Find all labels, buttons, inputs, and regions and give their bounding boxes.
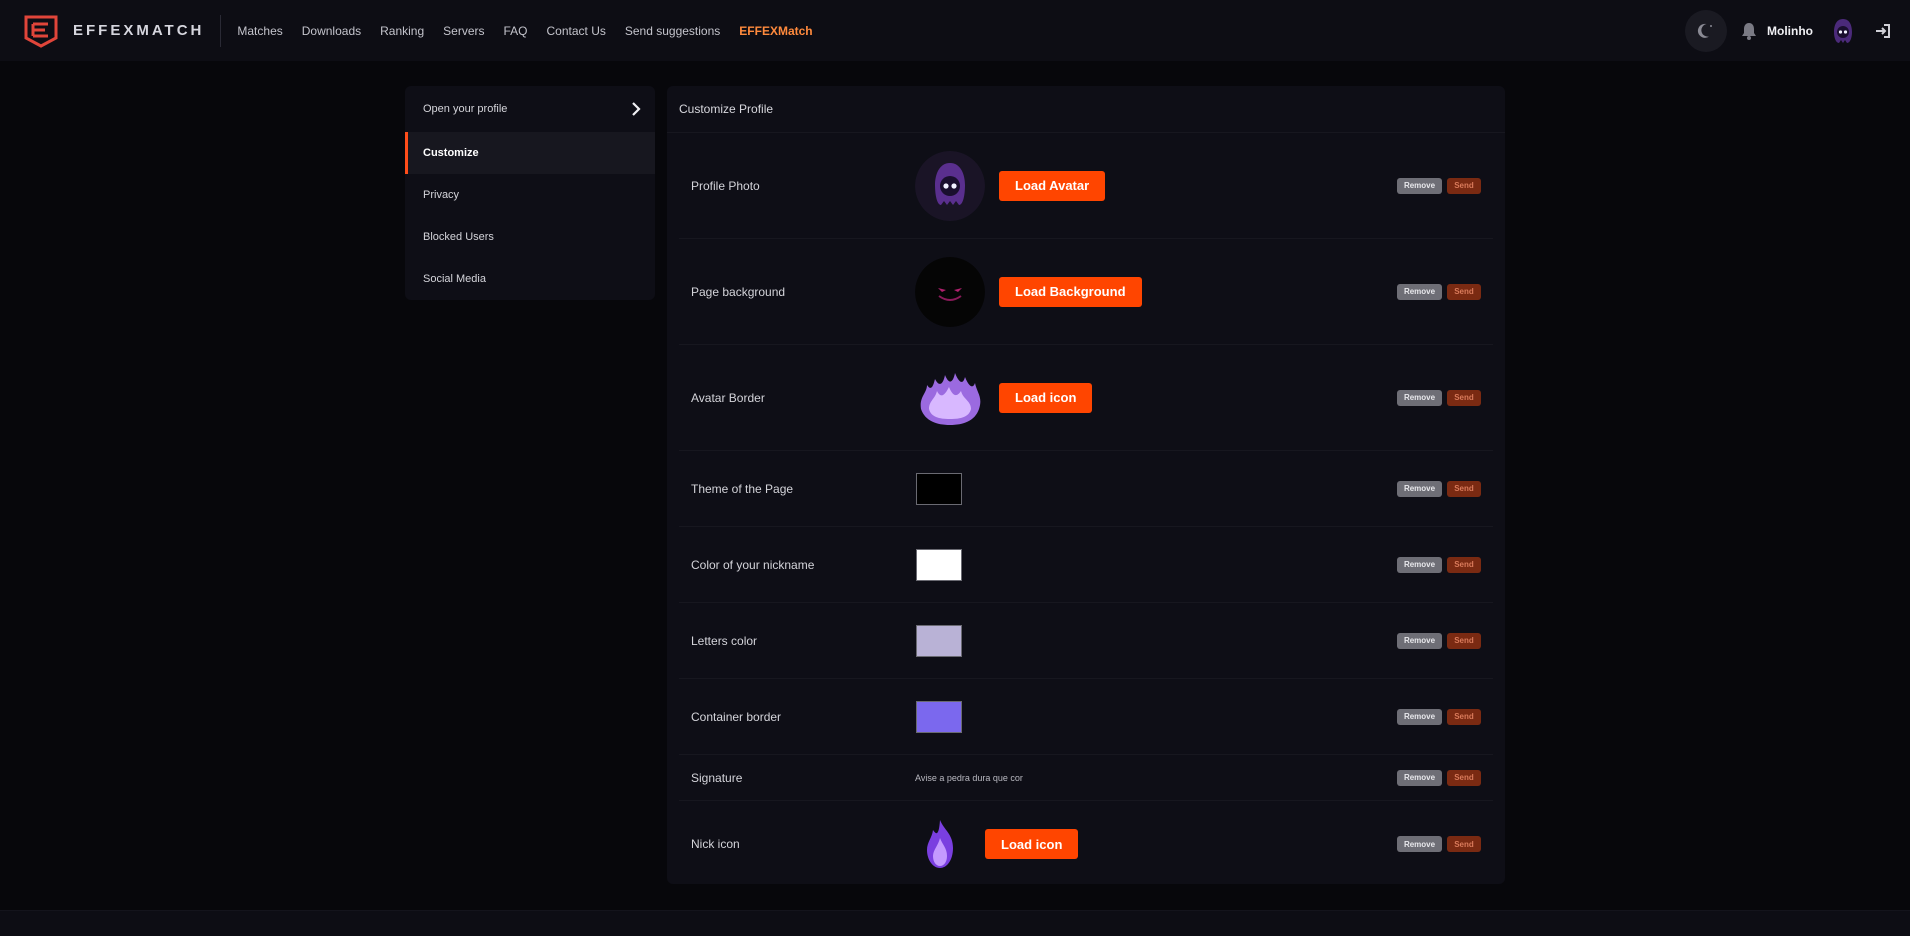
sidebar-item-social-media[interactable]: Social Media <box>405 258 655 300</box>
footer-bar <box>0 910 1910 936</box>
setting-row-letters-color: Letters color Remove Send <box>679 603 1493 679</box>
load-background-button[interactable]: Load Background <box>999 276 1142 307</box>
customize-profile-panel: Customize Profile Profile Photo Load Ava… <box>667 86 1505 884</box>
brand-logo[interactable]: EFFEXMATCH <box>23 11 204 51</box>
setting-label: Color of your nickname <box>691 557 815 572</box>
send-button[interactable]: Send <box>1447 283 1481 300</box>
hooded-ghost-avatar <box>915 150 985 221</box>
settings-sidebar: Open your profile Customize Privacy Bloc… <box>405 86 655 300</box>
nav-link-send-suggestions[interactable]: Send suggestions <box>625 24 720 38</box>
effex-logo-icon <box>24 15 58 48</box>
nickname-color-swatch[interactable] <box>916 548 962 581</box>
sidebar-item-label: Open your profile <box>423 103 508 115</box>
sidebar-item-blocked-users[interactable]: Blocked Users <box>405 216 655 258</box>
send-button[interactable]: Send <box>1447 480 1481 497</box>
load-border-icon-button[interactable]: Load icon <box>999 382 1093 413</box>
remove-button[interactable]: Remove <box>1397 480 1442 497</box>
nav-link-matches[interactable]: Matches <box>237 24 282 38</box>
purple-flame-border <box>920 372 981 425</box>
theme-color-swatch[interactable] <box>916 472 962 505</box>
send-button[interactable]: Send <box>1447 769 1481 786</box>
chevron-right-icon <box>631 102 641 116</box>
load-avatar-button[interactable]: Load Avatar <box>999 170 1106 201</box>
theme-toggle-button[interactable] <box>1685 9 1728 52</box>
remove-button[interactable]: Remove <box>1397 556 1442 573</box>
send-button[interactable]: Send <box>1447 556 1481 573</box>
letters-color-swatch[interactable] <box>916 624 962 657</box>
nav-link-contact-us[interactable]: Contact Us <box>547 24 606 38</box>
nav-link-downloads[interactable]: Downloads <box>302 24 361 38</box>
nav-links: Matches Downloads Ranking Servers FAQ Co… <box>237 24 831 38</box>
user-avatar[interactable] <box>1829 17 1857 45</box>
setting-label: Nick icon <box>691 837 740 851</box>
panel-title: Customize Profile <box>667 86 1505 133</box>
send-button[interactable]: Send <box>1447 836 1481 852</box>
remove-button[interactable]: Remove <box>1397 708 1442 725</box>
nav-link-faq[interactable]: FAQ <box>504 24 528 38</box>
send-button[interactable]: Send <box>1447 177 1481 194</box>
sidebar-item-label: Customize <box>423 147 479 159</box>
setting-label: Avatar Border <box>691 390 765 405</box>
setting-label: Theme of the Page <box>691 481 794 496</box>
setting-row-signature: Signature Avise a pedra dura que cor Rem… <box>679 755 1493 801</box>
remove-button[interactable]: Remove <box>1397 283 1442 300</box>
top-navbar: EFFEXMATCH Matches Downloads Ranking Ser… <box>0 0 1910 61</box>
purple-flame-icon <box>927 820 953 868</box>
setting-label: Signature <box>691 770 743 785</box>
setting-row-avatar-border: Avatar Border Load icon Remove Send <box>679 345 1493 451</box>
remove-button[interactable]: Remove <box>1397 177 1442 194</box>
sidebar-item-label: Privacy <box>423 189 460 201</box>
nav-link-effexmatch[interactable]: EFFEXMatch <box>739 24 812 38</box>
nav-link-ranking[interactable]: Ranking <box>380 24 424 38</box>
remove-button[interactable]: Remove <box>1397 632 1442 649</box>
setting-row-nickname-color: Color of your nickname Remove Send <box>679 527 1493 603</box>
user-name[interactable]: Molinho <box>1767 24 1813 38</box>
sidebar-item-open-profile[interactable]: Open your profile <box>405 86 655 132</box>
send-button[interactable]: Send <box>1447 632 1481 649</box>
container-border-color-swatch[interactable] <box>916 700 962 733</box>
signature-input[interactable]: Avise a pedra dura que cor <box>915 773 1025 783</box>
setting-label: Page background <box>691 284 786 299</box>
remove-button[interactable]: Remove <box>1397 836 1442 852</box>
remove-button[interactable]: Remove <box>1397 389 1442 406</box>
load-nick-icon-button[interactable]: Load icon <box>985 829 1079 859</box>
setting-row-theme: Theme of the Page Remove Send <box>679 451 1493 527</box>
notifications-bell-icon[interactable] <box>1741 22 1757 40</box>
setting-label: Profile Photo <box>691 178 760 193</box>
setting-label: Letters color <box>691 633 758 648</box>
send-button[interactable]: Send <box>1447 708 1481 725</box>
nav-user-area: Molinho <box>1685 0 1910 61</box>
setting-row-profile-photo: Profile Photo Load Avatar Remove Send <box>679 133 1493 239</box>
remove-button[interactable]: Remove <box>1397 769 1442 786</box>
sidebar-item-label: Social Media <box>423 273 486 285</box>
setting-label: Container border <box>691 709 782 724</box>
nav-divider <box>220 14 222 47</box>
moon-icon <box>1697 23 1713 38</box>
sidebar-item-customize[interactable]: Customize <box>405 132 655 174</box>
sidebar-item-privacy[interactable]: Privacy <box>405 174 655 216</box>
brand-name: EFFEXMATCH <box>73 22 205 39</box>
nav-link-servers[interactable]: Servers <box>443 24 484 38</box>
setting-row-container-border: Container border Remove Send <box>679 679 1493 755</box>
setting-row-page-background: Page background Load Background Remove S… <box>679 239 1493 345</box>
sidebar-item-label: Blocked Users <box>423 231 494 243</box>
setting-row-nick-icon: Nick icon Load icon Remove Send <box>679 801 1493 887</box>
send-button[interactable]: Send <box>1447 389 1481 406</box>
dark-grin-background <box>915 256 985 327</box>
logout-icon[interactable] <box>1875 23 1891 39</box>
